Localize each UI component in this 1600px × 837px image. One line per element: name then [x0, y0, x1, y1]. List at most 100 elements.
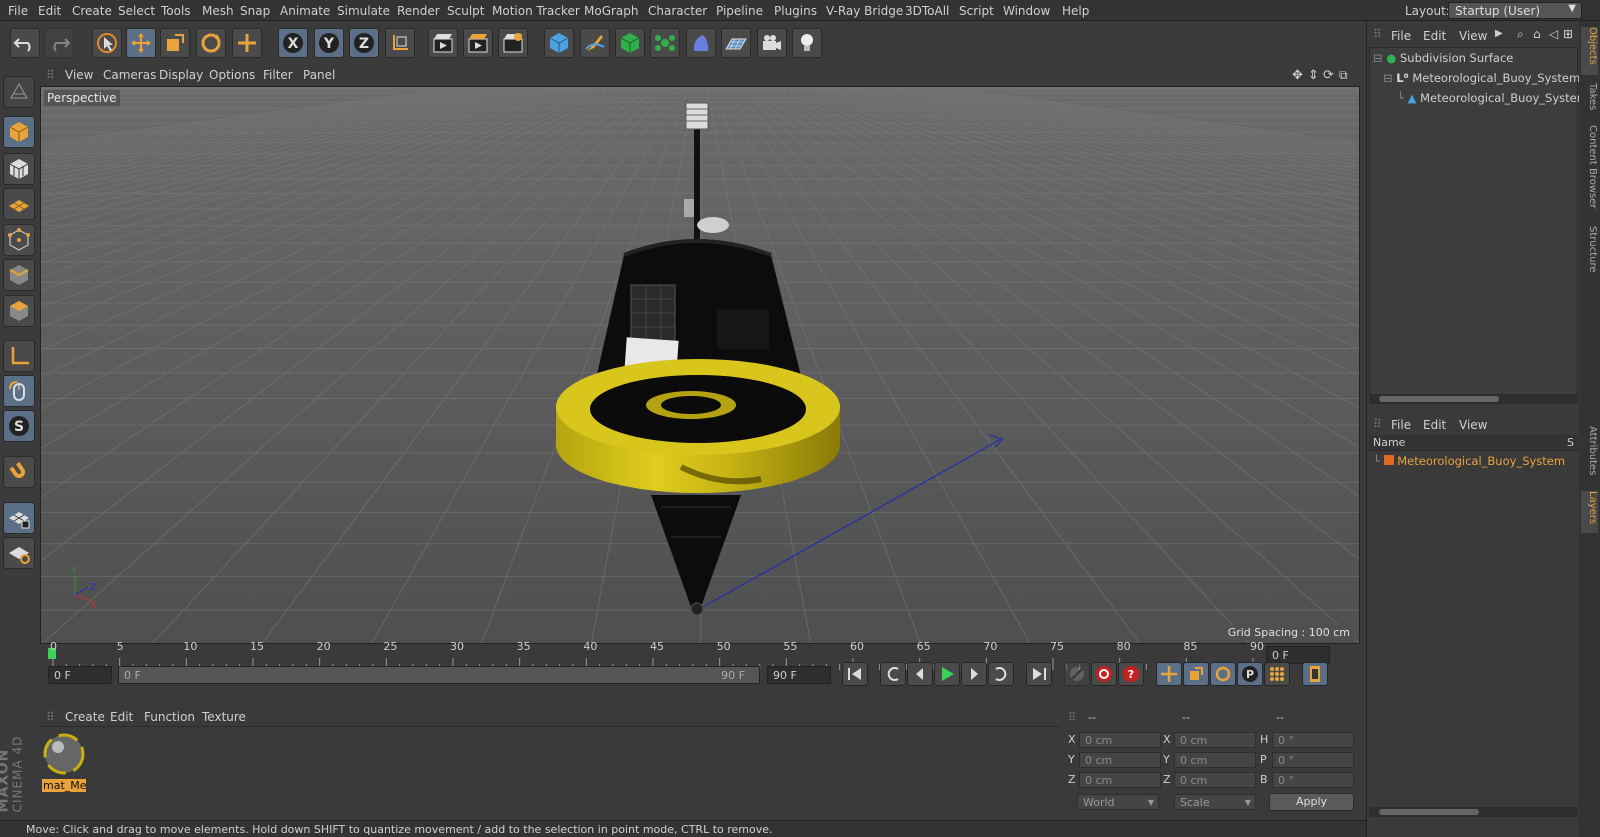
frame-range-slider[interactable]: 0 F 90 F	[118, 666, 760, 684]
current-frame-field[interactable]: 0 F	[48, 666, 112, 684]
layer-menu-edit[interactable]: Edit	[1423, 418, 1446, 432]
points-mode-button[interactable]	[3, 224, 35, 256]
timeline-window-button[interactable]	[1302, 662, 1328, 686]
menu-simulate[interactable]: Simulate	[337, 4, 390, 18]
render-picture-viewer-button[interactable]	[463, 28, 493, 58]
object-row-null[interactable]: ⊟ L⁰ Meteorological_Buoy_System	[1383, 71, 1580, 85]
tab-content-browser[interactable]: Content Browser	[1581, 125, 1598, 221]
viewport-menu-cameras[interactable]: Cameras	[103, 68, 156, 82]
back-icon[interactable]: ◁	[1549, 27, 1558, 41]
previous-frame-button[interactable]	[907, 662, 933, 686]
material-menu-edit[interactable]: Edit	[110, 710, 133, 724]
menu-pipeline[interactable]: Pipeline	[716, 4, 763, 18]
tab-attributes[interactable]: Attributes	[1581, 426, 1598, 486]
menu-help[interactable]: Help	[1062, 4, 1089, 18]
menu-snap[interactable]: Snap	[240, 4, 270, 18]
x-axis-lock-button[interactable]: X	[278, 28, 308, 58]
menu-character[interactable]: Character	[648, 4, 707, 18]
go-to-end-button[interactable]	[1026, 662, 1052, 686]
menu-animate[interactable]: Animate	[280, 4, 330, 18]
position-z-field[interactable]: 0 cm	[1079, 772, 1161, 788]
object-hscrollbar[interactable]	[1369, 394, 1578, 404]
key-parameter-button[interactable]: P	[1237, 662, 1263, 686]
autokey-button[interactable]: ?	[1118, 662, 1144, 686]
menu-3dtoall[interactable]: 3DToAll	[905, 4, 949, 18]
object-row-polygon[interactable]: └ ▲ Meteorological_Buoy_System_(	[1397, 91, 1598, 105]
rotation-p-field[interactable]: 0 °	[1272, 752, 1354, 768]
tab-takes[interactable]: Takes	[1581, 83, 1598, 119]
next-key-button[interactable]	[988, 662, 1014, 686]
viewport-zoom-icon[interactable]: ⇕	[1308, 68, 1319, 83]
object-row-subdivision[interactable]: ⊟ ● Subdivision Surface	[1373, 51, 1513, 65]
viewport-move-icon[interactable]: ✥	[1292, 68, 1303, 83]
magnet-button[interactable]	[3, 456, 35, 488]
key-scale-button[interactable]	[1183, 662, 1209, 686]
subdivision-surface-button[interactable]	[615, 28, 645, 58]
object-menu-edit[interactable]: Edit	[1423, 29, 1446, 43]
menu-tools[interactable]: Tools	[161, 4, 191, 18]
render-settings-button[interactable]	[498, 28, 528, 58]
material-menu-texture[interactable]: Texture	[202, 710, 246, 724]
live-selection-button[interactable]	[92, 28, 122, 58]
search-icon[interactable]: ⌕	[1517, 27, 1524, 42]
object-menu-view[interactable]: View	[1459, 29, 1487, 43]
material-swatch[interactable]: mat_Me	[42, 732, 86, 792]
texture-mode-button[interactable]	[3, 153, 35, 185]
menu-sculpt[interactable]: Sculpt	[447, 4, 484, 18]
previous-key-button[interactable]	[880, 662, 906, 686]
menu-mesh[interactable]: Mesh	[202, 4, 234, 18]
layer-menu-view[interactable]: View	[1459, 418, 1487, 432]
position-y-field[interactable]: 0 cm	[1079, 752, 1161, 768]
menu-vray-bridge[interactable]: V-Ray Bridge	[826, 4, 903, 18]
viewport-menu-panel[interactable]: Panel	[303, 68, 335, 82]
rotation-h-field[interactable]: 0 °	[1272, 732, 1354, 748]
axis-mode-button[interactable]	[3, 340, 35, 372]
3d-viewport[interactable]: Y X Z Perspective Grid Spacing : 100 cm	[40, 86, 1360, 644]
apply-button[interactable]: Apply	[1269, 793, 1354, 811]
menu-plugins[interactable]: Plugins	[774, 4, 817, 18]
transform-tool-button[interactable]	[232, 28, 262, 58]
menu-file[interactable]: File	[8, 4, 28, 18]
workplane-align-button[interactable]	[3, 537, 35, 569]
layout-dropdown[interactable]: Startup (User) ▼	[1448, 2, 1582, 19]
tweak-mode-button[interactable]	[3, 375, 35, 407]
new-view-icon[interactable]: ⊞	[1563, 27, 1573, 41]
rotation-b-field[interactable]: 0 °	[1272, 772, 1354, 788]
play-button[interactable]	[934, 662, 960, 686]
tab-objects[interactable]: Objects	[1581, 27, 1598, 75]
object-menu-more-icon[interactable]: ▶	[1495, 28, 1503, 39]
size-x-field[interactable]: 0 cm	[1174, 732, 1256, 748]
menu-script[interactable]: Script	[959, 4, 994, 18]
cube-object-button[interactable]	[544, 28, 574, 58]
y-axis-lock-button[interactable]: Y	[314, 28, 344, 58]
viewport-menu-filter[interactable]: Filter	[263, 68, 293, 82]
motion-record-button[interactable]	[1064, 662, 1090, 686]
material-menu-function[interactable]: Function	[144, 710, 195, 724]
menu-motion-tracker[interactable]: Motion Tracker	[492, 4, 580, 18]
record-button[interactable]	[1091, 662, 1117, 686]
spline-pen-button[interactable]	[580, 28, 610, 58]
size-y-field[interactable]: 0 cm	[1174, 752, 1256, 768]
viewport-menu-display[interactable]: Display	[159, 68, 203, 82]
layer-hscrollbar[interactable]	[1369, 807, 1578, 817]
light-button[interactable]	[792, 28, 822, 58]
deformer-button[interactable]	[686, 28, 716, 58]
layer-menu-file[interactable]: File	[1391, 418, 1411, 432]
scroll-thumb[interactable]	[1379, 396, 1499, 402]
size-mode-dropdown[interactable]: Scale ▼	[1174, 794, 1256, 810]
key-rotation-button[interactable]	[1210, 662, 1236, 686]
z-axis-lock-button[interactable]: Z	[349, 28, 379, 58]
viewport-menu-options[interactable]: Options	[209, 68, 255, 82]
object-menu-file[interactable]: File	[1391, 29, 1411, 43]
coordinate-system-button[interactable]	[385, 28, 415, 58]
home-icon[interactable]: ⌂	[1533, 27, 1541, 41]
tab-structure[interactable]: Structure	[1581, 226, 1598, 282]
edges-mode-button[interactable]	[3, 259, 35, 291]
move-tool-button[interactable]	[126, 28, 156, 58]
model-mode-button[interactable]	[3, 116, 35, 148]
camera-button[interactable]	[757, 28, 787, 58]
menu-window[interactable]: Window	[1003, 4, 1050, 18]
cloner-button[interactable]	[650, 28, 680, 58]
rotate-tool-button[interactable]	[196, 28, 226, 58]
menu-render[interactable]: Render	[397, 4, 440, 18]
